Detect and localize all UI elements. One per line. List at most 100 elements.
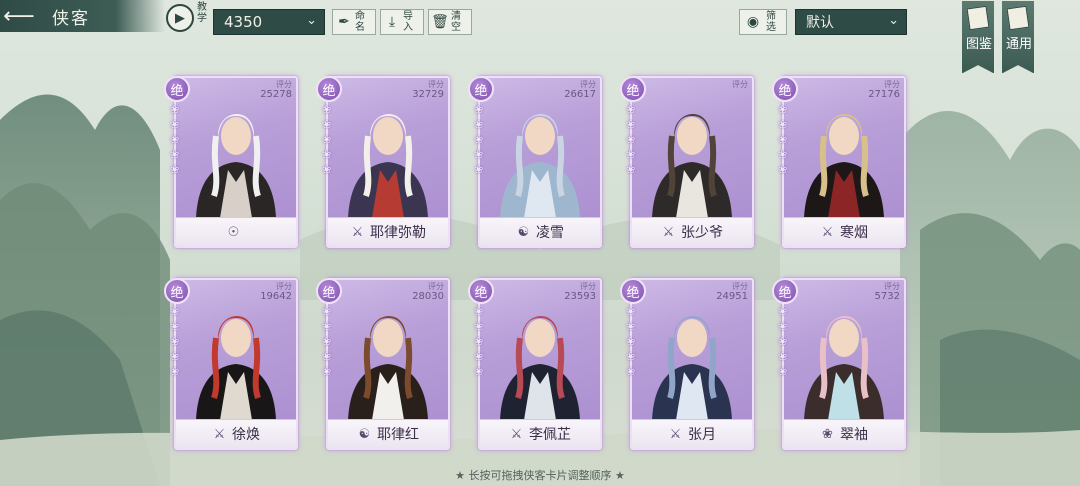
- filter-label: 筛选: [766, 11, 776, 33]
- score-value: 26617: [564, 89, 596, 100]
- score-value: 24951: [716, 291, 748, 302]
- star-mark-icon: ❀: [474, 163, 484, 176]
- clear-label: 清空: [451, 11, 461, 33]
- star-mark-icon: ❀: [170, 350, 180, 363]
- star-mark-icon: ❀: [170, 365, 180, 378]
- star-mark-icon: ❀: [170, 133, 180, 146]
- general-label: 通用: [1005, 37, 1032, 52]
- name-bar: ⚔ 张月: [632, 419, 752, 448]
- clear-button[interactable]: 🗑 清空: [428, 9, 472, 35]
- star-mark-icon: ❀: [170, 320, 180, 333]
- hero-name: 翠袖: [840, 427, 868, 443]
- hero-card[interactable]: 评分 26617 ☯ 凌雪绝 ❀ ❀ ❀ ❀ ❀: [468, 72, 602, 252]
- star-marks: ❀ ❀ ❀ ❀ ❀: [474, 306, 490, 378]
- star-marks: ❀ ❀ ❀ ❀ ❀: [626, 104, 642, 176]
- hero-card[interactable]: 评分 32729 ⚔ 耶律弥勒绝 ❀ ❀ ❀ ❀ ❀: [316, 72, 450, 252]
- score-box: 评分 5732: [875, 282, 900, 302]
- trash-icon: 🗑: [431, 14, 449, 30]
- card-frame: 评分 23593 ⚔ 李佩芷: [478, 278, 602, 450]
- score-box: 评分: [732, 80, 748, 89]
- star-mark-icon: ❀: [626, 305, 636, 318]
- lotus-faction-icon: ❀: [822, 426, 833, 442]
- hero-card[interactable]: 评分 28030 ☯ 耶律红绝 ❀ ❀ ❀ ❀ ❀: [316, 274, 450, 454]
- tutorial-label: 教学: [197, 2, 207, 24]
- star-marks: ❀ ❀ ❀ ❀ ❀: [778, 104, 794, 176]
- name-bar: ⚔ 张少爷: [632, 217, 752, 246]
- back-button[interactable]: ⟵ 侠客: [0, 0, 165, 32]
- score-box: 评分 24951: [716, 282, 748, 302]
- hero-card[interactable]: 评分 24951 ⚔ 张月绝 ❀ ❀ ❀ ❀ ❀: [620, 274, 754, 454]
- team-score-dropdown[interactable]: 4350 ⌄: [213, 9, 325, 35]
- filter-button[interactable]: ◉ 筛选: [739, 9, 787, 35]
- star-marks: ❀ ❀ ❀ ❀ ❀: [322, 306, 338, 378]
- rank-badge: 绝: [772, 278, 798, 304]
- hero-name: 耶律红: [377, 427, 419, 443]
- sword-faction-icon: ⚔: [510, 426, 523, 442]
- score-value: 32729: [412, 89, 444, 100]
- star-mark-icon: ❀: [626, 133, 636, 146]
- star-mark-icon: ❀: [474, 305, 484, 318]
- hero-name: 李佩芷: [529, 427, 571, 443]
- atlas-label: 图鉴: [965, 37, 992, 52]
- import-label: 导入: [403, 11, 413, 33]
- card-frame: 评分 26617 ☯ 凌雪: [478, 76, 602, 248]
- atlas-tab[interactable]: 图鉴: [961, 0, 995, 74]
- star-mark-icon: ❀: [322, 305, 332, 318]
- star-marks: ❀ ❀ ❀ ❀ ❀: [778, 306, 794, 378]
- rename-button[interactable]: ✒ 命名: [332, 9, 376, 35]
- name-bar: ⚔ 耶律弥勒: [328, 217, 448, 246]
- hero-card[interactable]: 评分 23593 ⚔ 李佩芷绝 ❀ ❀ ❀ ❀ ❀: [468, 274, 602, 454]
- star-mark-icon: ❀: [474, 103, 484, 116]
- general-tab[interactable]: 通用: [1001, 0, 1035, 74]
- chevron-down-icon: ⌄: [306, 13, 317, 28]
- star-mark-icon: ❀: [626, 335, 636, 348]
- sword-faction-icon: ⚔: [213, 426, 226, 442]
- star-mark-icon: ❀: [626, 163, 636, 176]
- score-box: 评分 28030: [412, 282, 444, 302]
- import-button[interactable]: ⤓ 导入: [380, 9, 424, 35]
- name-bar: ☯ 耶律红: [328, 419, 448, 448]
- hero-name: 张月: [688, 427, 716, 443]
- hero-card[interactable]: 评分 27176 ⚔ 寒烟绝 ❀ ❀ ❀ ❀ ❀: [772, 72, 906, 252]
- score-value: 19642: [260, 291, 292, 302]
- score-box: 评分 32729: [412, 80, 444, 100]
- name-bar: ☉: [176, 217, 296, 246]
- hero-card[interactable]: 评分 ⚔ 张少爷绝 ❀ ❀ ❀ ❀ ❀: [620, 72, 754, 252]
- star-mark-icon: ❀: [778, 118, 788, 131]
- star-mark-icon: ❀: [778, 148, 788, 161]
- tutorial-button[interactable]: ▶: [166, 4, 194, 32]
- hero-card[interactable]: 评分 19642 ⚔ 徐焕绝 ❀ ❀ ❀ ❀ ❀: [164, 274, 298, 454]
- score-box: 评分 19642: [260, 282, 292, 302]
- hero-card[interactable]: 评分 25278 ☉ 绝 ❀ ❀ ❀ ❀ ❀: [164, 72, 298, 252]
- star-mark-icon: ❀: [170, 103, 180, 116]
- score-label: 评分: [580, 282, 596, 291]
- card-frame: 评分 19642 ⚔ 徐焕: [174, 278, 298, 450]
- sort-dropdown[interactable]: 默认 ⌄: [795, 9, 907, 35]
- star-mark-icon: ❀: [474, 365, 484, 378]
- rank-badge: 绝: [316, 76, 342, 102]
- hero-portrait: [652, 113, 732, 218]
- star-mark-icon: ❀: [778, 133, 788, 146]
- star-mark-icon: ❀: [322, 103, 332, 116]
- score-label: 评分: [732, 282, 748, 291]
- score-label: 评分: [732, 80, 748, 89]
- star-mark-icon: ❀: [170, 335, 180, 348]
- score-value: 23593: [564, 291, 596, 302]
- rename-label: 命名: [355, 11, 365, 33]
- star-mark-icon: ❀: [626, 350, 636, 363]
- score-label: 评分: [276, 282, 292, 291]
- star-mark-icon: ❀: [170, 305, 180, 318]
- hero-card[interactable]: 评分 5732 ❀ 翠袖 绝 ❀ ❀ ❀ ❀ ❀: [772, 274, 906, 454]
- star-mark-icon: ❀: [170, 163, 180, 176]
- star-mark-icon: ❀: [474, 350, 484, 363]
- star-mark-icon: ❀: [474, 148, 484, 161]
- star-mark-icon: ❀: [322, 133, 332, 146]
- star-mark-icon: ❀: [778, 163, 788, 176]
- hero-name: 寒烟: [840, 225, 868, 241]
- card-frame: 评分 24951 ⚔ 张月: [630, 278, 754, 450]
- eye-slash-icon: ◉: [746, 14, 760, 30]
- hero-name: 徐焕: [232, 427, 260, 443]
- name-bar: ❀ 翠袖: [784, 419, 904, 448]
- score-label: 评分: [884, 282, 900, 291]
- yinyang-faction-icon: ☯: [358, 426, 371, 442]
